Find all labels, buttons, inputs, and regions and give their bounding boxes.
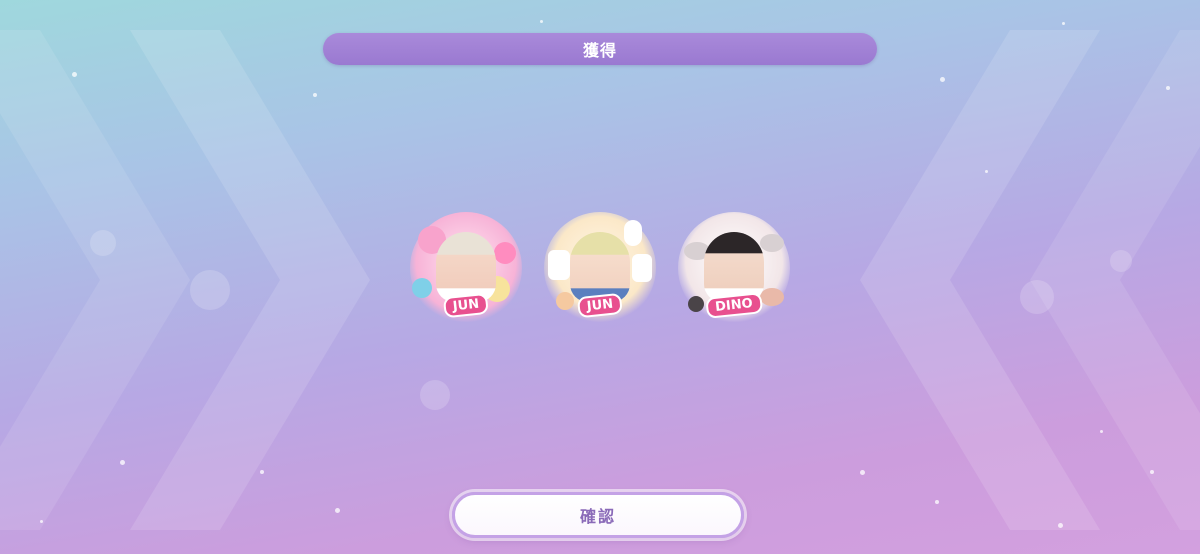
- reward-list: JUN JUN DINO: [0, 0, 1200, 554]
- confirm-button[interactable]: 確認: [452, 492, 744, 538]
- member-portrait: [436, 232, 496, 302]
- bunny-decoration: [624, 220, 642, 246]
- reward-item-jun-2023[interactable]: JUN: [544, 212, 656, 324]
- number-decoration: [632, 254, 652, 282]
- member-name-tag: JUN: [442, 292, 490, 319]
- reward-item-jun-candy[interactable]: JUN: [410, 212, 522, 324]
- ballet-shoe-decoration: [760, 288, 784, 306]
- ribbon-decoration: [760, 234, 784, 252]
- confirm-button-label: 確認: [579, 509, 616, 526]
- reward-item-dino-ribbon[interactable]: DINO: [678, 212, 790, 324]
- member-portrait: [570, 232, 630, 302]
- member-name-tag: JUN: [576, 292, 624, 319]
- flower-decoration: [556, 292, 574, 310]
- number-decoration: [548, 250, 570, 280]
- heart-balloon-decoration: [494, 242, 516, 264]
- candy-decoration: [412, 278, 432, 298]
- member-name-tag: DINO: [705, 292, 763, 319]
- ribbon-decoration: [688, 296, 704, 312]
- member-portrait: [704, 232, 764, 302]
